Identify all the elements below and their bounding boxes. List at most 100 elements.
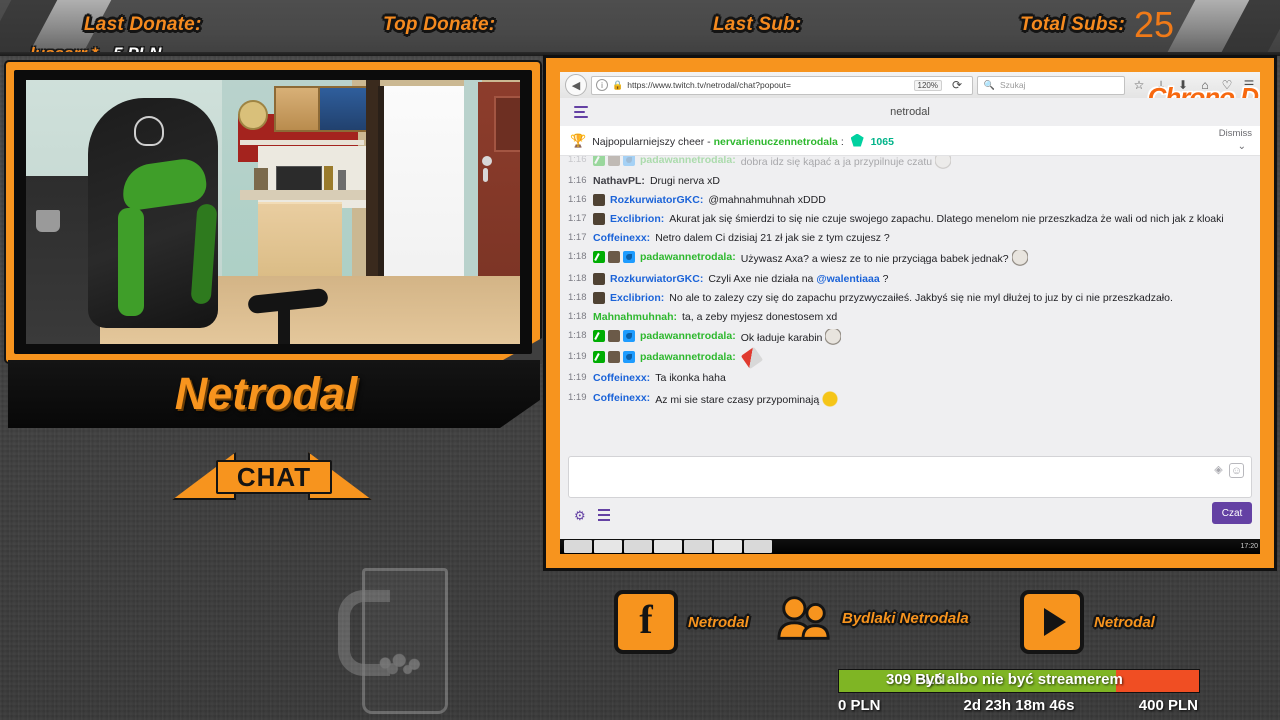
sub-badge-icon [608, 330, 620, 343]
social-facebook-label: Netrodal [688, 613, 749, 631]
mug-coins [374, 650, 430, 676]
message-username[interactable]: Exclibrion: [610, 291, 664, 305]
search-box[interactable]: 🔍 Szukaj [977, 75, 1125, 95]
trophy-icon: 🏆 [570, 132, 587, 148]
message-username[interactable]: padawannetrodala: [640, 350, 736, 364]
taskbar-item[interactable] [684, 540, 712, 553]
browser-toolbar: ◀ i 🔒 https://www.twitch.tv/netrodal/cha… [560, 72, 1260, 112]
message-username[interactable]: Coffeinexx: [593, 391, 650, 405]
dismiss-button[interactable]: Dismiss [1219, 128, 1252, 139]
taskbar-item[interactable] [714, 540, 742, 553]
chat-message-list[interactable]: 1:16 padawannetrodala: dobra idz się kąpać… [560, 156, 1260, 450]
message-timestamp: 1:19 [568, 351, 587, 363]
sub-badge-icon [608, 251, 620, 264]
scene-door-glass [494, 96, 520, 152]
scene-chair-bolster-left [118, 208, 144, 316]
home-icon[interactable]: ⌂ [1197, 77, 1213, 93]
url-text: https://www.twitch.tv/netrodal/chat?popo… [627, 80, 791, 90]
message-text: Netro dalem Ci dzisiaj 21 zł jak sie z t… [655, 232, 890, 245]
scene-shelf [240, 140, 364, 145]
chat-message: 1:16 padawannetrodala: dobra idz się kąpać… [560, 156, 1260, 171]
message-username[interactable]: padawannetrodala: [640, 250, 736, 264]
badge-group [593, 193, 605, 206]
message-timestamp: 1:16 [568, 156, 587, 165]
message-mention[interactable]: @walentiaaa [816, 273, 879, 285]
send-chat-button[interactable]: Czat [1212, 502, 1252, 524]
message-text: Drugi nerva xD [649, 174, 720, 187]
webcam-inner [14, 70, 532, 354]
reload-icon[interactable]: ⟳ [949, 77, 965, 93]
emote-face-icon [935, 156, 952, 169]
message-username[interactable]: NathavPL: [593, 174, 645, 188]
last-donate-amount: - 5 PLN [102, 44, 162, 56]
message-timestamp: 1:18 [568, 291, 587, 303]
sub-badge-icon [608, 156, 620, 166]
scene-fridge [378, 86, 470, 286]
viewer-list-icon[interactable] [598, 509, 610, 521]
social-youtube-label: Netrodal [1094, 613, 1155, 631]
chat-message: 1:17 Exclibrion: Akurat jak się śmierdzi t… [560, 210, 1260, 229]
goal-max-amount: 400 PLN [1138, 697, 1198, 714]
zoom-level-badge[interactable]: 120% [913, 79, 942, 91]
emote-face-icon [825, 329, 842, 346]
social-group-label: Bydlaki Netrodala [842, 609, 969, 627]
chevron-down-icon[interactable]: ⌄ [1238, 141, 1246, 152]
taskbar-item[interactable] [624, 540, 652, 553]
emote-face-icon [1011, 250, 1028, 267]
chat-input[interactable]: ◈ ☺ [568, 456, 1252, 498]
social-group[interactable]: Bydlaki Netrodala [776, 590, 969, 646]
gkc-badge-icon [593, 272, 605, 285]
scene-utensil-jar [254, 168, 268, 190]
save-to-pocket-icon[interactable]: ⤓ [1153, 77, 1169, 93]
browser-window-frame: ◀ i 🔒 https://www.twitch.tv/netrodal/cha… [546, 58, 1274, 568]
chat-message: 1:16 NathavPL: Drugi nerva xD [560, 171, 1260, 190]
menu-icon[interactable]: ☰ [1241, 77, 1257, 93]
social-facebook[interactable]: f Netrodal [614, 590, 749, 654]
taskbar-item[interactable] [564, 540, 592, 553]
message-text: dobra idz się kąpać a ja przypilnuje cza… [741, 156, 1250, 169]
message-timestamp: 1:18 [568, 330, 587, 342]
badge-group [593, 156, 635, 166]
message-text: Czyli Axe nie działa na @walentiaaa ? [708, 272, 889, 285]
emote-red-icon [740, 347, 763, 370]
message-username[interactable]: padawannetrodala: [640, 156, 736, 167]
chat-message: 1:18 Mahnahmuhnah: ta, a zeby myjesz dones… [560, 307, 1260, 326]
chat-message: 1:19 Coffeinexx: Ta ikonka haha [560, 369, 1260, 388]
emote-picker-icon[interactable]: ☺ [1229, 463, 1244, 478]
address-bar[interactable]: i 🔒 https://www.twitch.tv/netrodal/chat?… [591, 75, 973, 95]
downloads-icon[interactable]: ⬇ [1175, 77, 1191, 93]
gear-icon[interactable]: ⚙ [574, 508, 588, 523]
shield-icon[interactable]: ♡ [1219, 77, 1235, 93]
bits-icon[interactable]: ◈ [1212, 463, 1225, 476]
taskbar-item[interactable] [594, 540, 622, 553]
message-username[interactable]: padawannetrodala: [640, 329, 736, 343]
scene-door-lever [483, 168, 488, 182]
scene-microwave [276, 166, 322, 192]
message-text [740, 347, 1250, 370]
social-links: f Netrodal Bydlaki Netrodala Netrodal [608, 590, 1208, 662]
scene-bottle-2 [338, 170, 346, 192]
chat-banner: CHAT [172, 450, 372, 500]
badge-group [593, 250, 635, 264]
back-arrow-icon[interactable]: ◀ [565, 74, 587, 96]
chat-message: 1:18 Exclibrion: No ale to zalezy czy się … [560, 288, 1260, 307]
taskbar-item[interactable] [744, 540, 772, 553]
message-username[interactable]: Exclibrion: [610, 212, 664, 226]
message-username[interactable]: RozkurwiatorGKC: [610, 193, 703, 207]
message-text: Ta ikonka haha [655, 372, 726, 385]
message-username[interactable]: Coffeinexx: [593, 231, 650, 245]
chat-message: 1:19 padawannetrodala: [560, 347, 1260, 370]
top-donate-label: Top Donate: [383, 14, 496, 35]
social-youtube[interactable]: Netrodal [1020, 590, 1155, 654]
chat-message: 1:16 RozkurwiatorGKC: @mahnahmuhnah xDDD [560, 190, 1260, 209]
message-username[interactable]: Mahnahmuhnah: [593, 310, 677, 324]
taskbar-item[interactable] [654, 540, 682, 553]
bookmark-star-icon[interactable]: ☆ [1131, 77, 1147, 93]
message-username[interactable]: RozkurwiatorGKC: [610, 272, 703, 286]
page-info-icon[interactable]: i [596, 79, 608, 91]
search-icon: 🔍 [983, 79, 996, 90]
message-username[interactable]: Coffeinexx: [593, 371, 650, 385]
badge-group [593, 272, 605, 285]
donation-goal: 309 PLN Być albo nie być streamerem 0 PL… [838, 669, 1200, 717]
message-text: Az mi sie stare czasy przypominają [655, 390, 1250, 407]
